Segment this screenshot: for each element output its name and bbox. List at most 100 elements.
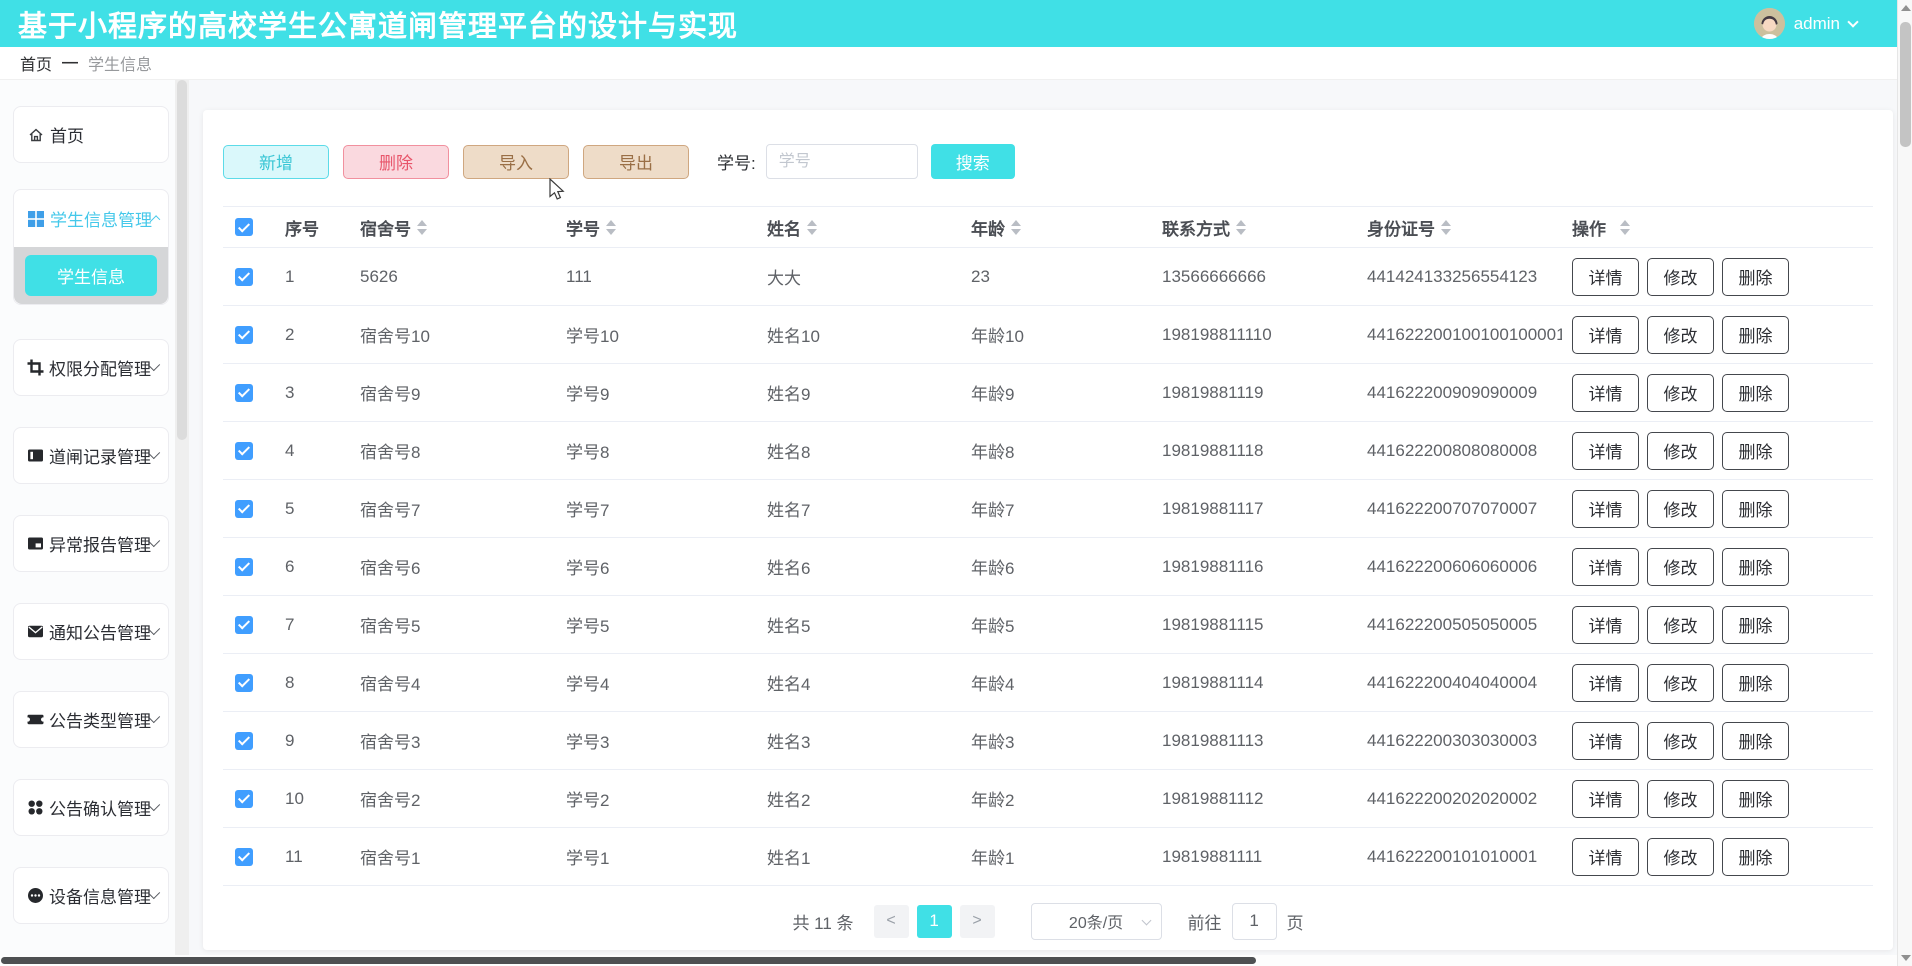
row-checkbox[interactable] xyxy=(235,674,253,692)
detail-button[interactable]: 详情 xyxy=(1572,316,1639,354)
row-checkbox[interactable] xyxy=(235,268,253,286)
sidebar-scrollbar[interactable] xyxy=(175,80,189,966)
row-delete-button[interactable]: 删除 xyxy=(1722,664,1789,702)
cell-dorm: 宿舍号5 xyxy=(350,612,556,637)
horizontal-scrollbar-thumb[interactable] xyxy=(1,957,1256,964)
row-checkbox[interactable] xyxy=(235,326,253,344)
delete-button[interactable]: 删除 xyxy=(343,145,449,179)
page-number-button[interactable]: 1 xyxy=(917,905,952,938)
edit-button[interactable]: 修改 xyxy=(1647,548,1714,586)
edit-button[interactable]: 修改 xyxy=(1647,664,1714,702)
edit-button[interactable]: 修改 xyxy=(1647,432,1714,470)
row-delete-button[interactable]: 删除 xyxy=(1722,722,1789,760)
column-label: 序号 xyxy=(285,215,319,240)
cell-phone: 19819881116 xyxy=(1152,557,1357,577)
sidebar-group-permission[interactable]: 权限分配管理 xyxy=(13,339,169,396)
detail-button[interactable]: 详情 xyxy=(1572,490,1639,528)
scroll-down-arrow-icon[interactable] xyxy=(1901,955,1911,961)
row-checkbox[interactable] xyxy=(235,500,253,518)
goto-page-input[interactable] xyxy=(1232,903,1277,940)
table-row: 11 宿舍号1 学号1 姓名1 年龄1 19819881111 44162220… xyxy=(223,828,1873,886)
sort-caret-icon[interactable] xyxy=(1011,220,1021,235)
detail-button[interactable]: 详情 xyxy=(1572,722,1639,760)
row-checkbox[interactable] xyxy=(235,848,253,866)
sidebar-item-home[interactable]: 首页 xyxy=(13,106,169,163)
sidebar-group-notice[interactable]: 通知公告管理 xyxy=(13,603,169,660)
user-menu[interactable]: admin xyxy=(1754,8,1857,39)
cell-idcard: 441424133256554123 xyxy=(1357,267,1562,287)
cell-idcard: 441622200707070007 xyxy=(1357,499,1562,519)
row-checkbox[interactable] xyxy=(235,442,253,460)
edit-button[interactable]: 修改 xyxy=(1647,374,1714,412)
vertical-scrollbar[interactable] xyxy=(1897,0,1912,966)
sidebar-group-notice-type[interactable]: 公告类型管理 xyxy=(13,691,169,748)
page-size-select[interactable]: 20条/页 xyxy=(1031,903,1162,940)
search-button[interactable]: 搜索 xyxy=(931,144,1015,179)
sort-caret-icon[interactable] xyxy=(807,220,817,235)
row-delete-button[interactable]: 删除 xyxy=(1722,432,1789,470)
sort-caret-icon[interactable] xyxy=(606,220,616,235)
sort-caret-icon[interactable] xyxy=(1236,220,1246,235)
add-button[interactable]: 新增 xyxy=(223,145,329,179)
detail-button[interactable]: 详情 xyxy=(1572,780,1639,818)
edit-button[interactable]: 修改 xyxy=(1647,316,1714,354)
row-checkbox[interactable] xyxy=(235,616,253,634)
breadcrumb-home[interactable]: 首页 xyxy=(20,51,52,75)
table-row: 2 宿舍号10 学号10 姓名10 年龄10 198198811110 4416… xyxy=(223,306,1873,364)
search-input[interactable] xyxy=(766,144,918,179)
sidebar-group-header[interactable]: 学生信息管理 xyxy=(14,190,168,247)
export-button[interactable]: 导出 xyxy=(583,145,689,179)
select-all-checkbox[interactable] xyxy=(235,218,253,236)
sidebar-scrollbar-thumb[interactable] xyxy=(177,80,187,440)
row-delete-button[interactable]: 删除 xyxy=(1722,548,1789,586)
cell-student-id: 学号6 xyxy=(556,554,757,579)
cell-student-id: 学号2 xyxy=(556,786,757,811)
row-checkbox[interactable] xyxy=(235,558,253,576)
edit-button[interactable]: 修改 xyxy=(1647,606,1714,644)
detail-button[interactable]: 详情 xyxy=(1572,606,1639,644)
import-button[interactable]: 导入 xyxy=(463,145,569,179)
sidebar-group-label: 公告类型管理 xyxy=(49,707,151,732)
sidebar-group-label: 道闸记录管理 xyxy=(49,443,151,468)
edit-button[interactable]: 修改 xyxy=(1647,838,1714,876)
sidebar-group-device-info[interactable]: 设备信息管理 xyxy=(13,867,169,924)
sidebar-item-student-info[interactable]: 学生信息 xyxy=(25,255,157,296)
row-checkbox[interactable] xyxy=(235,384,253,402)
horizontal-scrollbar[interactable] xyxy=(0,955,1897,966)
cell-name: 姓名7 xyxy=(757,496,961,521)
prev-page-button[interactable]: < xyxy=(874,905,909,938)
detail-button[interactable]: 详情 xyxy=(1572,258,1639,296)
row-delete-button[interactable]: 删除 xyxy=(1722,258,1789,296)
row-delete-button[interactable]: 删除 xyxy=(1722,606,1789,644)
sidebar-group-gate-record[interactable]: 道闸记录管理 xyxy=(13,427,169,484)
edit-button[interactable]: 修改 xyxy=(1647,780,1714,818)
row-delete-button[interactable]: 删除 xyxy=(1722,374,1789,412)
row-delete-button[interactable]: 删除 xyxy=(1722,490,1789,528)
vertical-scrollbar-thumb[interactable] xyxy=(1900,22,1911,147)
detail-button[interactable]: 详情 xyxy=(1572,664,1639,702)
edit-button[interactable]: 修改 xyxy=(1647,722,1714,760)
cell-idcard: 441622200909090009 xyxy=(1357,383,1562,403)
row-delete-button[interactable]: 删除 xyxy=(1722,838,1789,876)
scroll-up-arrow-icon[interactable] xyxy=(1901,5,1911,11)
row-delete-button[interactable]: 删除 xyxy=(1722,316,1789,354)
sidebar-group-notice-confirm[interactable]: 公告确认管理 xyxy=(13,779,169,836)
detail-button[interactable]: 详情 xyxy=(1572,838,1639,876)
row-checkbox[interactable] xyxy=(235,732,253,750)
row-delete-button[interactable]: 删除 xyxy=(1722,780,1789,818)
gate-record-icon xyxy=(27,447,44,464)
sort-caret-icon[interactable] xyxy=(417,220,427,235)
edit-button[interactable]: 修改 xyxy=(1647,490,1714,528)
sidebar-group-exception-report[interactable]: 异常报告管理 xyxy=(13,515,169,572)
detail-button[interactable]: 详情 xyxy=(1572,374,1639,412)
detail-button[interactable]: 详情 xyxy=(1572,432,1639,470)
cell-index: 9 xyxy=(275,731,350,751)
row-checkbox[interactable] xyxy=(235,790,253,808)
detail-button[interactable]: 详情 xyxy=(1572,548,1639,586)
sort-caret-icon[interactable] xyxy=(1620,220,1630,235)
sort-caret-icon[interactable] xyxy=(1441,220,1451,235)
cell-student-id: 学号10 xyxy=(556,322,757,347)
table-header-row: 序号 宿舍号 学号 姓名 年龄 联系方式 身份证号 操作 xyxy=(223,207,1873,248)
edit-button[interactable]: 修改 xyxy=(1647,258,1714,296)
next-page-button[interactable]: > xyxy=(960,905,995,938)
